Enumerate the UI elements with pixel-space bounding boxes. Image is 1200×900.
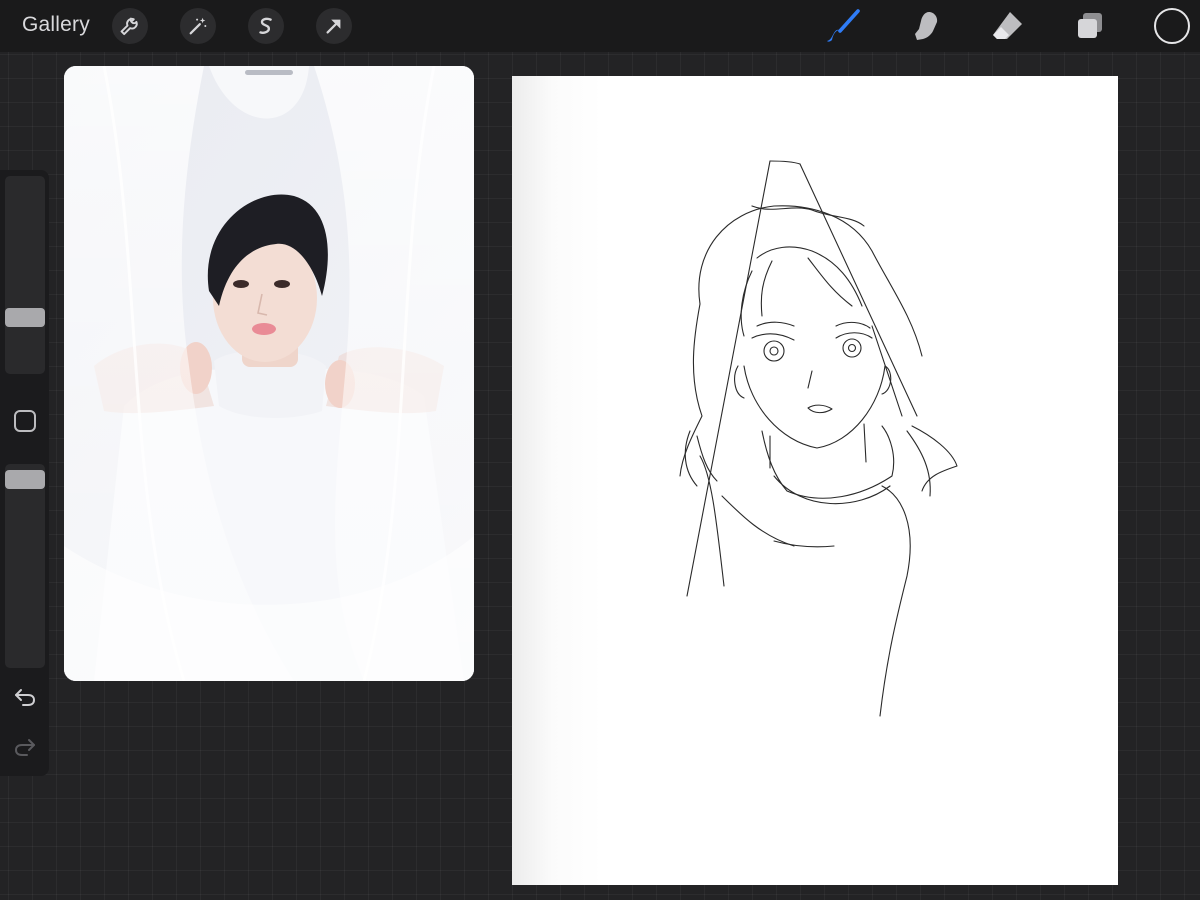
pencil-sketch [679, 160, 958, 717]
reference-photo [64, 66, 474, 681]
adjustments-button[interactable] [180, 8, 216, 44]
reference-window[interactable] [64, 66, 474, 681]
top-toolbar: Gallery [0, 0, 1200, 52]
actions-button[interactable] [112, 8, 148, 44]
selection-button[interactable] [248, 8, 284, 44]
opacity-thumb[interactable] [5, 470, 45, 489]
left-sidebar [0, 170, 49, 776]
eraser-tool-button[interactable] [988, 6, 1028, 46]
layers-icon [1078, 13, 1102, 38]
drawing-canvas[interactable] [512, 76, 1118, 885]
smudge-finger-icon [915, 12, 938, 40]
smudge-tool-button[interactable] [906, 6, 946, 46]
color-picker-button[interactable] [1154, 8, 1190, 44]
brush-icon [827, 9, 860, 42]
transform-button[interactable] [316, 8, 352, 44]
brush-size-slider[interactable] [5, 176, 45, 374]
undo-button[interactable] [10, 682, 40, 712]
undo-icon [15, 689, 36, 706]
arrow-cursor-icon [326, 19, 341, 34]
redo-icon [14, 739, 35, 756]
gallery-button[interactable]: Gallery [22, 13, 90, 37]
brush-tool-button[interactable] [824, 6, 864, 46]
wrench-icon [120, 17, 138, 36]
layers-button[interactable] [1070, 6, 1110, 46]
redo-button[interactable] [10, 732, 40, 762]
selection-s-icon [259, 17, 272, 34]
opacity-slider[interactable] [5, 464, 45, 668]
reference-drag-handle[interactable] [245, 70, 293, 75]
magic-wand-icon [189, 17, 207, 35]
square-modify-icon[interactable] [14, 410, 36, 432]
eraser-icon [993, 12, 1022, 39]
brush-size-thumb[interactable] [5, 308, 45, 327]
